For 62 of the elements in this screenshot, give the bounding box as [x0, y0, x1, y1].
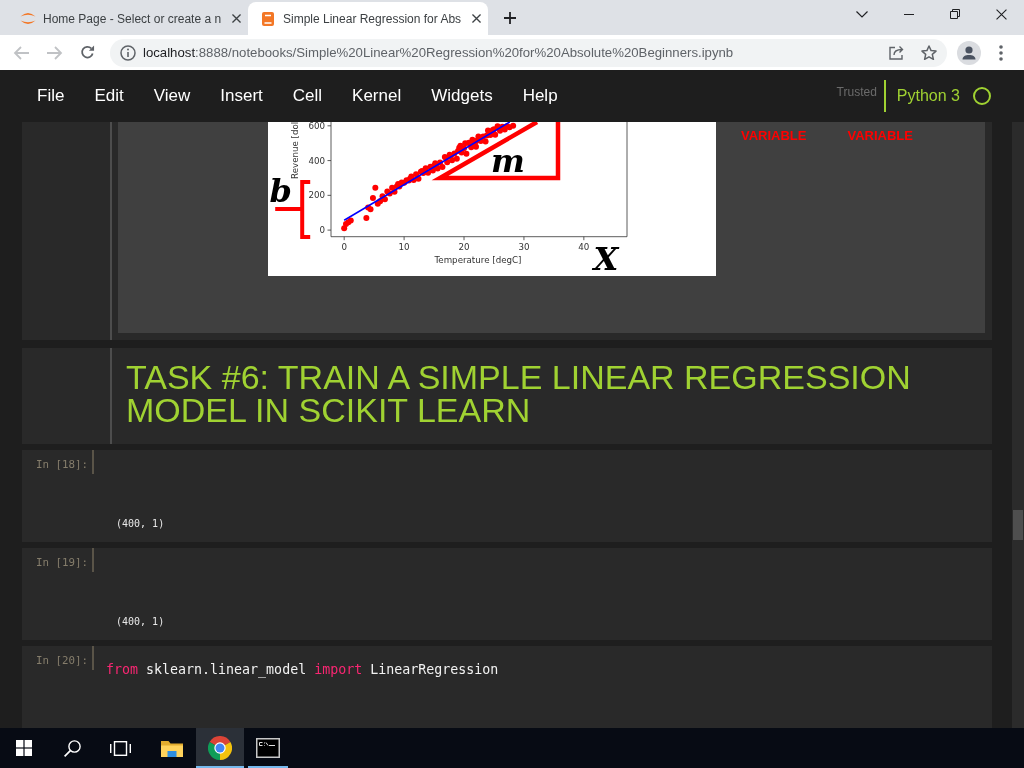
tick-label: 30: [518, 242, 530, 252]
axis-title: Revenue [dol: [290, 122, 300, 179]
section-heading: TASK #6: TRAIN A SIMPLE LINEAR REGRESSION MODEL IN SCIKIT LEARN: [126, 361, 912, 427]
arrow-right-icon: [47, 45, 63, 60]
star-icon: [921, 44, 937, 61]
arcs-logo-icon: [20, 13, 36, 24]
output-text: (400, 1): [116, 518, 165, 529]
browser-logo-icon: [208, 736, 232, 760]
person-icon: [957, 40, 981, 65]
code-line: from sklearn.linear_model import LinearRegression: [106, 662, 499, 678]
menu-item[interactable]: Help: [507, 78, 573, 114]
tick-label: 40: [578, 242, 590, 252]
cell-prompt: In [19]:: [35, 555, 89, 571]
close-icon: [231, 14, 241, 23]
output-text: (400, 1): [116, 616, 165, 627]
menu-item[interactable]: Kernel: [337, 78, 417, 114]
tick-label: 200: [308, 190, 325, 201]
menu-item[interactable]: File: [22, 78, 80, 114]
annotation-label: m: [491, 142, 525, 180]
variable-label: VARIABLE: [741, 128, 807, 143]
tick-label: 0: [341, 242, 347, 252]
profile-button[interactable]: [955, 38, 983, 67]
close-icon: [471, 14, 481, 23]
menu-item[interactable]: Edit: [79, 78, 139, 114]
book-icon: [262, 11, 274, 26]
menu-item[interactable]: View: [138, 78, 206, 114]
info-icon: [120, 44, 136, 61]
three-dots-icon: [999, 44, 1003, 61]
share-icon: [889, 45, 905, 60]
kernel-name: Python 3: [896, 87, 960, 105]
task-view-icon: [109, 740, 131, 756]
menu-item[interactable]: Widgets: [416, 78, 508, 114]
plus-icon: [504, 11, 516, 24]
tick-label: 10: [398, 242, 410, 252]
url-text: localhost:8888/notebooks/Simple%20Linear%20Regression%20for%20Absolute%20Beginners.ipynb: [143, 45, 734, 60]
cell-prompt: In [20]:: [35, 653, 89, 669]
tick-label: 20: [458, 242, 470, 252]
address-field[interactable]: localhost:8888/notebooks/Simple%20Linear%20Regression%20for%20Absolute%20Beginners.ipynb: [110, 38, 947, 67]
restore-icon: [950, 9, 960, 19]
menu-item[interactable]: Insert: [205, 78, 278, 114]
arrow-left-icon: [13, 45, 29, 60]
annotation-label: b: [269, 172, 292, 210]
close-icon: [995, 8, 1007, 20]
taskbar-app-button[interactable]: [196, 728, 244, 768]
variable-label: VARIABLE: [847, 128, 913, 143]
annotation-label: X: [593, 240, 619, 276]
folder-icon: [161, 739, 183, 757]
browser-tab[interactable]: Home Page - Select or create a n: [8, 2, 248, 35]
reload-icon: [79, 45, 95, 60]
menu-item[interactable]: Cell: [277, 78, 338, 114]
axis-title: Temperature [degC]: [434, 255, 522, 265]
search-icon: [63, 739, 81, 757]
minimize-icon: [904, 13, 914, 15]
browser-tab[interactable]: Simple Linear Regression for Abs: [248, 2, 488, 35]
tick-label: 600: [308, 122, 325, 131]
tick-label: 0: [319, 225, 325, 236]
windows-logo-icon: [16, 740, 32, 756]
terminal-icon: [256, 738, 280, 758]
cell-prompt: In [18]:: [35, 457, 89, 473]
chevron-down-icon: [856, 10, 868, 18]
scrollbar-thumb[interactable]: [1013, 510, 1023, 540]
tick-label: 400: [308, 155, 325, 166]
